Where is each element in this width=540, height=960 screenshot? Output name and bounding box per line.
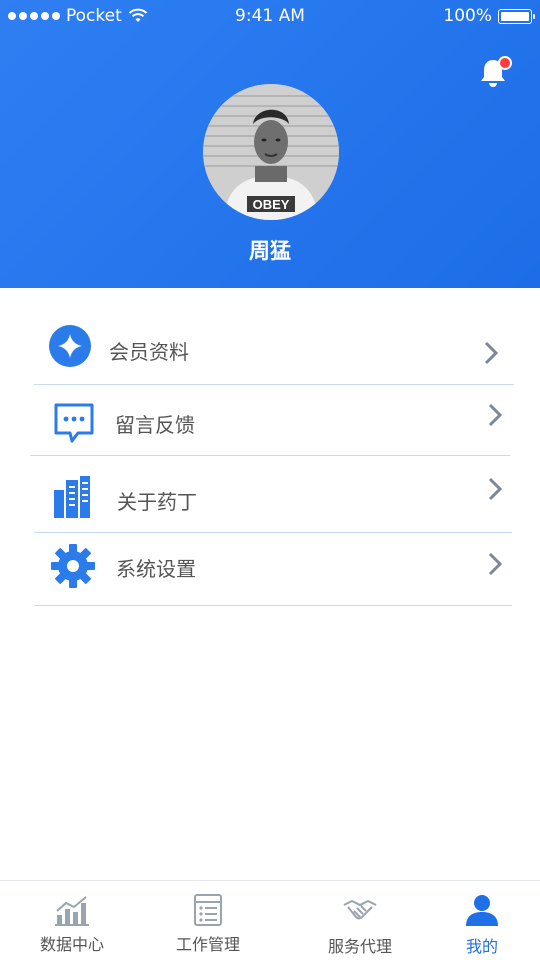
carrier-name: Pocket bbox=[66, 6, 122, 26]
signal-icon bbox=[8, 12, 60, 20]
status-bar: Pocket 9:41 AM 100% bbox=[0, 0, 540, 32]
chevron-right-icon bbox=[488, 403, 503, 427]
profile-header: Pocket 9:41 AM 100% OBEY 周猛 bbox=[0, 0, 540, 288]
menu-item-label: 会员资料 bbox=[109, 340, 189, 364]
tab-data-center[interactable]: 数据中心 bbox=[12, 881, 132, 960]
chevron-right-icon bbox=[488, 552, 503, 576]
tab-label: 工作管理 bbox=[175, 935, 240, 954]
menu-item-feedback[interactable]: 留言反馈 bbox=[34, 385, 514, 455]
status-left: Pocket bbox=[8, 6, 148, 26]
tab-label: 服务代理 bbox=[327, 937, 392, 956]
chevron-right-icon bbox=[488, 477, 503, 501]
menu-divider bbox=[34, 605, 512, 606]
menu-item-label: 留言反馈 bbox=[115, 413, 195, 437]
tab-mine[interactable]: 我的 bbox=[422, 881, 540, 960]
tab-service-agent[interactable]: 服务代理 bbox=[300, 881, 420, 960]
menu-item-member[interactable]: 会员资料 bbox=[34, 310, 514, 384]
menu-item-label: 关于药丁 bbox=[117, 490, 197, 514]
chevron-right-icon bbox=[484, 341, 499, 365]
handshake-icon bbox=[343, 899, 377, 920]
list-icon bbox=[194, 894, 222, 926]
wifi-icon bbox=[128, 8, 147, 22]
message-icon bbox=[54, 403, 94, 443]
notification-badge bbox=[498, 56, 512, 70]
user-name: 周猛 bbox=[249, 239, 291, 263]
chart-icon bbox=[55, 896, 89, 926]
status-right: 100% bbox=[443, 6, 535, 26]
menu-item-about[interactable]: 关于药丁 bbox=[34, 456, 514, 532]
battery-icon bbox=[498, 8, 535, 24]
tab-work-management[interactable]: 工作管理 bbox=[148, 881, 268, 960]
user-icon bbox=[466, 895, 498, 926]
member-icon bbox=[49, 325, 91, 367]
menu-item-label: 系统设置 bbox=[116, 557, 196, 581]
avatar-photo: OBEY bbox=[203, 84, 339, 220]
menu-item-settings[interactable]: 系统设置 bbox=[34, 533, 514, 605]
building-icon bbox=[54, 476, 90, 518]
avatar[interactable]: OBEY bbox=[203, 84, 339, 220]
avatar-shirt-text: OBEY bbox=[253, 197, 290, 212]
tab-label: 数据中心 bbox=[39, 935, 104, 954]
battery-percent: 100% bbox=[443, 6, 492, 26]
tab-bar: 数据中心 工作管理 服务代理 我的 bbox=[0, 880, 540, 960]
tab-label: 我的 bbox=[465, 937, 498, 956]
gear-icon bbox=[51, 544, 95, 588]
